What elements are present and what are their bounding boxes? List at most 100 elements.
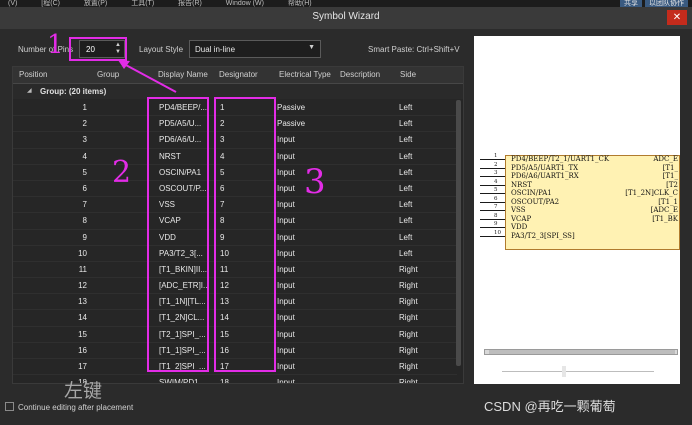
side-cell[interactable]: Right	[399, 330, 439, 339]
chevron-down-icon: ▼	[308, 44, 315, 51]
zoom-slider-knob[interactable]	[562, 366, 566, 377]
column-designator[interactable]: Designator	[219, 70, 258, 79]
pin-number: 4	[494, 178, 498, 185]
pin-line	[480, 201, 505, 203]
preview-horizontal-scrollbar[interactable]	[484, 349, 678, 355]
position-cell[interactable]: 4	[63, 152, 87, 161]
menu-place[interactable]: 放置(P)	[84, 0, 107, 7]
symbol-pin: 10	[480, 230, 508, 240]
menu-project[interactable]: [程(C)	[41, 0, 60, 7]
side-cell[interactable]: Right	[399, 378, 439, 383]
zoom-in-button[interactable]: +	[664, 363, 670, 375]
close-button[interactable]: ✕	[667, 10, 687, 25]
side-cell[interactable]: Right	[399, 313, 439, 322]
position-cell[interactable]: 2	[63, 119, 87, 128]
electrical-type-cell[interactable]: Input	[277, 152, 337, 161]
electrical-type-cell[interactable]: Input	[277, 281, 337, 290]
side-cell[interactable]: Right	[399, 265, 439, 274]
team-collab-button[interactable]: 以团队协作	[645, 0, 688, 7]
electrical-type-cell[interactable]: Input	[277, 313, 337, 322]
position-cell[interactable]: 16	[63, 346, 87, 355]
zoom-out-button[interactable]: —	[484, 363, 495, 375]
zoom-slider-track[interactable]	[502, 371, 654, 372]
position-cell[interactable]: 17	[63, 362, 87, 371]
electrical-type-cell[interactable]: Passive	[277, 119, 337, 128]
pin-number: 7	[494, 204, 498, 210]
position-cell[interactable]: 3	[63, 135, 87, 144]
pin-line	[480, 193, 505, 194]
side-cell[interactable]: Left	[399, 119, 439, 128]
side-cell[interactable]: Left	[399, 184, 439, 193]
table-header: Position Group Display Name Designator E…	[13, 67, 463, 84]
position-cell[interactable]: 13	[63, 297, 87, 306]
pin-number: 8	[494, 212, 498, 219]
side-cell[interactable]: Right	[399, 346, 439, 355]
pin-number: 2	[494, 161, 498, 168]
annotation-number-2: 2	[112, 155, 132, 190]
side-cell[interactable]: Left	[399, 152, 439, 161]
menu-window[interactable]: Window (W)	[226, 0, 264, 7]
right-pin-name: [T1_1	[658, 197, 678, 206]
display-name-cell[interactable]: SWIM/PD1	[159, 378, 215, 383]
scrollbar-thumb[interactable]	[489, 350, 675, 354]
pin-line	[480, 210, 505, 211]
position-cell[interactable]: 12	[63, 281, 87, 290]
column-description[interactable]: Description	[340, 70, 380, 79]
vertical-scrollbar[interactable]	[456, 100, 461, 366]
position-cell[interactable]: 7	[63, 200, 87, 209]
side-cell[interactable]: Left	[399, 216, 439, 225]
pin-number: 3	[494, 170, 498, 176]
electrical-type-cell[interactable]: Input	[277, 265, 337, 274]
annotation-number-1: 1	[47, 30, 64, 60]
electrical-type-cell[interactable]: Input	[277, 249, 337, 258]
side-cell[interactable]: Left	[399, 103, 439, 112]
pin-line	[480, 176, 505, 177]
position-cell[interactable]: 1	[63, 103, 87, 112]
column-group[interactable]: Group	[97, 70, 119, 79]
side-cell[interactable]: Right	[399, 281, 439, 290]
menu-tools[interactable]: 工具(T)	[131, 0, 154, 7]
position-cell[interactable]: 5	[63, 168, 87, 177]
continue-editing-checkbox[interactable]	[5, 402, 14, 411]
electrical-type-cell[interactable]: Input	[277, 330, 337, 339]
number-of-pins-label: Number of Pins	[18, 45, 74, 54]
pin-number: 6	[494, 195, 498, 202]
electrical-type-cell[interactable]: Input	[277, 362, 337, 371]
layout-style-select[interactable]: Dual in-line ▼	[189, 40, 321, 58]
side-cell[interactable]: Left	[399, 200, 439, 209]
menu-help[interactable]: 帮助(H)	[288, 0, 312, 7]
side-cell[interactable]: Left	[399, 233, 439, 242]
side-cell[interactable]: Right	[399, 362, 439, 371]
designator-cell[interactable]: 18	[220, 378, 270, 383]
column-display-name[interactable]: Display Name	[158, 70, 208, 79]
position-cell[interactable]: 6	[63, 184, 87, 193]
electrical-type-cell[interactable]: Input	[277, 297, 337, 306]
annotation-number-3: 3	[304, 162, 326, 202]
side-cell[interactable]: Left	[399, 168, 439, 177]
menu-view[interactable]: (V)	[8, 0, 17, 7]
electrical-type-cell[interactable]: Input	[277, 378, 337, 383]
column-electrical-type[interactable]: Electrical Type	[279, 70, 331, 79]
position-cell[interactable]: 15	[63, 330, 87, 339]
column-position[interactable]: Position	[19, 70, 47, 79]
position-cell[interactable]: 9	[63, 233, 87, 242]
layout-style-label: Layout Style	[139, 45, 184, 54]
side-cell[interactable]: Right	[399, 297, 439, 306]
electrical-type-cell[interactable]: Input	[277, 233, 337, 242]
electrical-type-cell[interactable]: Input	[277, 135, 337, 144]
dialog-titlebar: Symbol Wizard ✕	[0, 7, 692, 29]
electrical-type-cell[interactable]: Input	[277, 346, 337, 355]
position-cell[interactable]: 10	[63, 249, 87, 258]
column-side[interactable]: Side	[400, 70, 416, 79]
electrical-type-cell[interactable]: Passive	[277, 103, 337, 112]
share-button[interactable]: 共享	[620, 0, 642, 7]
zoom-control: — +	[474, 363, 680, 379]
position-cell[interactable]: 11	[63, 265, 87, 274]
collapse-triangle-icon[interactable]: ◢	[27, 87, 32, 94]
electrical-type-cell[interactable]: Input	[277, 216, 337, 225]
side-cell[interactable]: Left	[399, 249, 439, 258]
menu-reports[interactable]: 报告(R)	[178, 0, 202, 7]
position-cell[interactable]: 14	[63, 313, 87, 322]
position-cell[interactable]: 8	[63, 216, 87, 225]
side-cell[interactable]: Left	[399, 135, 439, 144]
